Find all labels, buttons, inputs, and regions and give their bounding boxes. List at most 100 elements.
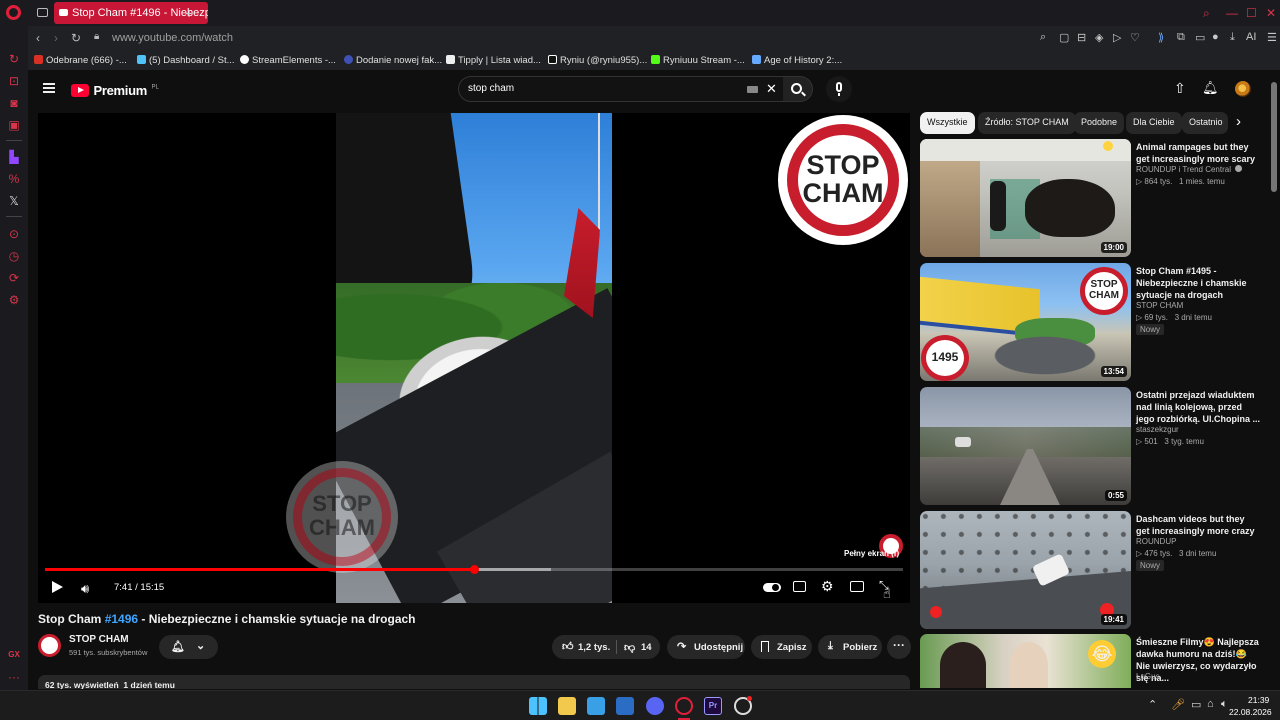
extensions-puzzle-icon[interactable]: ⧉ [1177,31,1185,44]
thumbnail[interactable]: 19:41 [920,511,1131,629]
sidebar-news-icon[interactable]: ▣ [7,118,21,132]
progress-bar[interactable] [45,565,903,574]
heart-icon[interactable]: ♡ [1130,31,1140,44]
create-upload-icon[interactable]: ⇧ [1174,80,1186,97]
sidebar-more-icon[interactable]: ··· [7,670,21,684]
sidebar-settings-icon[interactable]: ⚙ [7,293,21,307]
video-player[interactable]: STOP CHAM STOP CHAM Pełny ekran (f) 🔊︎ 7… [38,113,910,603]
search-tabs-icon[interactable]: ⌕ [1203,6,1210,21]
thumbnail[interactable]: 😂︎ [920,634,1131,688]
search-button[interactable] [783,76,813,102]
snapshot-icon[interactable]: ▢ [1059,31,1069,44]
recommendation-title[interactable]: Stop Cham #1495 - Niebezpieczne i chamsk… [1136,265,1260,301]
sidebar-x-icon[interactable]: 𝕏 [7,194,21,208]
channel-avatar[interactable] [38,634,61,657]
vpn-icon[interactable]: ⟫ [1158,31,1164,44]
progress-scrubber[interactable] [470,565,479,574]
thumbnail[interactable]: STOP CHAM 1495 13:54 [920,263,1131,381]
sidebar-messenger-icon[interactable]: ◙ [7,96,21,110]
back-icon[interactable]: ‹ [36,31,40,45]
aria-ai-icon[interactable]: AI [1246,31,1256,43]
new-tab-button[interactable]: + [185,5,193,21]
share-button[interactable]: ↷ Udostępnij [667,635,745,659]
sidebar-pinboard-icon[interactable]: ⟳ [7,271,21,285]
youtube-logo[interactable]: Premium PL [71,82,159,100]
recommendation-channel[interactable]: staszekzgur [1136,425,1179,434]
windows-start-icon[interactable] [529,697,547,715]
bookmark-item[interactable]: Odebrane (666) -... [34,55,127,66]
recommendation-item[interactable]: 0:55 Ostatni przejazd wiaduktem nad lini… [920,387,1260,505]
remote-desktop-icon[interactable] [587,697,605,715]
subtitles-icon[interactable] [793,581,806,592]
description-box[interactable]: 62 tys. wyświetleń 1 dzień temu [38,675,910,689]
save-button[interactable]: Zapisz [751,635,812,659]
menu-icon[interactable]: ☰ [1267,31,1277,44]
calculator-icon[interactable] [616,697,634,715]
play-button[interactable] [52,581,63,593]
notifications-bell-icon[interactable]: 🔔︎ [1202,80,1219,96]
shield-icon[interactable]: ◈ [1095,31,1103,44]
tab-manager-icon[interactable] [37,8,48,17]
recommendation-item[interactable]: STOP CHAM 1495 13:54 Stop Cham #1495 - Ni… [920,263,1260,381]
autoplay-toggle[interactable] [763,583,781,592]
thumbnail[interactable]: 19:00 [920,139,1131,257]
subscribed-button[interactable]: 🔔︎ ⌄ [159,635,218,659]
recommendation-item[interactable]: 19:41 Dashcam videos but they get increa… [920,511,1260,629]
bookmark-item[interactable]: (5) Dashboard / St... [137,55,235,66]
opera-logo-icon[interactable] [6,5,21,20]
thumbnail[interactable]: 0:55 [920,387,1131,505]
page-scrollbar[interactable] [1271,72,1277,690]
clear-search-icon[interactable]: ✕ [766,81,777,97]
recommendation-channel[interactable]: ŁuGus [1136,672,1160,681]
sidebar-player-icon[interactable]: ⊙ [7,227,21,241]
wallet-icon[interactable]: ▭ [1195,31,1205,44]
file-explorer-icon[interactable] [558,697,576,715]
minimize-button[interactable]: — [1226,6,1238,20]
url-field[interactable]: www.youtube.com/watch [112,32,233,44]
recommendation-channel[interactable]: ROUNDUP [1136,537,1176,546]
recommendation-item[interactable]: 😂︎ Śmieszne Filmy😍 Najlepsza dawka humor… [920,634,1260,688]
channel-name[interactable]: STOP CHAM [69,634,129,645]
download-icon[interactable]: ⤓ [1230,31,1235,44]
bookmark-item[interactable]: Tipply | Lista wiad... [446,55,541,66]
chips-next-icon[interactable]: › [1236,113,1241,130]
bookmark-item[interactable]: Age of History 2:... [752,55,842,66]
video-hashtag-link[interactable]: #1496 [105,612,138,626]
tray-volume-icon[interactable]: 🔈︎ [1221,698,1228,711]
dislike-button[interactable]: 👎︎ 14 [617,635,660,659]
clock-time[interactable]: 21:39 [1248,695,1269,705]
search-input[interactable]: stop cham ✕ [458,76,784,102]
clock-date[interactable]: 22.08.2026 [1229,707,1272,717]
sidebar-briefcase-icon[interactable]: ⊡ [7,74,21,88]
recommendation-title[interactable]: Animal rampages but they get increasingl… [1136,141,1260,165]
tray-chevron-icon[interactable]: ⌃ [1148,698,1157,711]
hamburger-menu-icon[interactable] [43,83,55,93]
maximize-button[interactable]: ☐ [1246,6,1257,20]
chip-recent[interactable]: Ostatnio [1182,112,1228,134]
zoom-icon[interactable]: ⌕ [1040,31,1046,44]
sidebar-gx-icon[interactable]: GX [7,648,21,662]
profile-icon[interactable]: ● [1212,31,1219,43]
close-button[interactable]: ✕ [1266,6,1276,20]
sidebar-percent-icon[interactable]: % [7,172,21,186]
bookmark-item[interactable]: Ryniu (@ryniu955)... [548,55,647,66]
download-button[interactable]: ⤓ Pobierz [818,635,882,659]
recommendation-item[interactable]: 19:00 Animal rampages but they get incre… [920,139,1260,257]
chip-source[interactable]: Źródło: STOP CHAM [978,112,1076,134]
player-toolbar-icon[interactable]: ▷ [1113,31,1121,44]
recommendation-channel[interactable]: STOP CHAM [1136,301,1183,310]
avatar[interactable] [1235,81,1251,97]
tray-display-icon[interactable]: ▭ [1191,698,1201,711]
chip-all[interactable]: Wszystkie [920,112,975,134]
more-actions-button[interactable]: ··· [887,635,911,659]
chip-similar[interactable]: Podobne [1074,112,1125,134]
miniplayer-icon[interactable] [850,581,864,592]
tray-mic-icon[interactable]: 🎤︎ [1171,698,1185,711]
recommendation-title[interactable]: Ostatni przejazd wiaduktem nad linią kol… [1136,389,1260,425]
chip-for-you[interactable]: Dla Ciebie [1126,112,1182,134]
keyboard-icon[interactable] [747,86,758,93]
discord-icon[interactable] [646,697,664,715]
recommendation-title[interactable]: Dashcam videos but they get increasingly… [1136,513,1260,537]
settings-gear-icon[interactable]: ⚙ [821,578,834,595]
tray-network-icon[interactable]: ⌂ [1207,698,1214,710]
